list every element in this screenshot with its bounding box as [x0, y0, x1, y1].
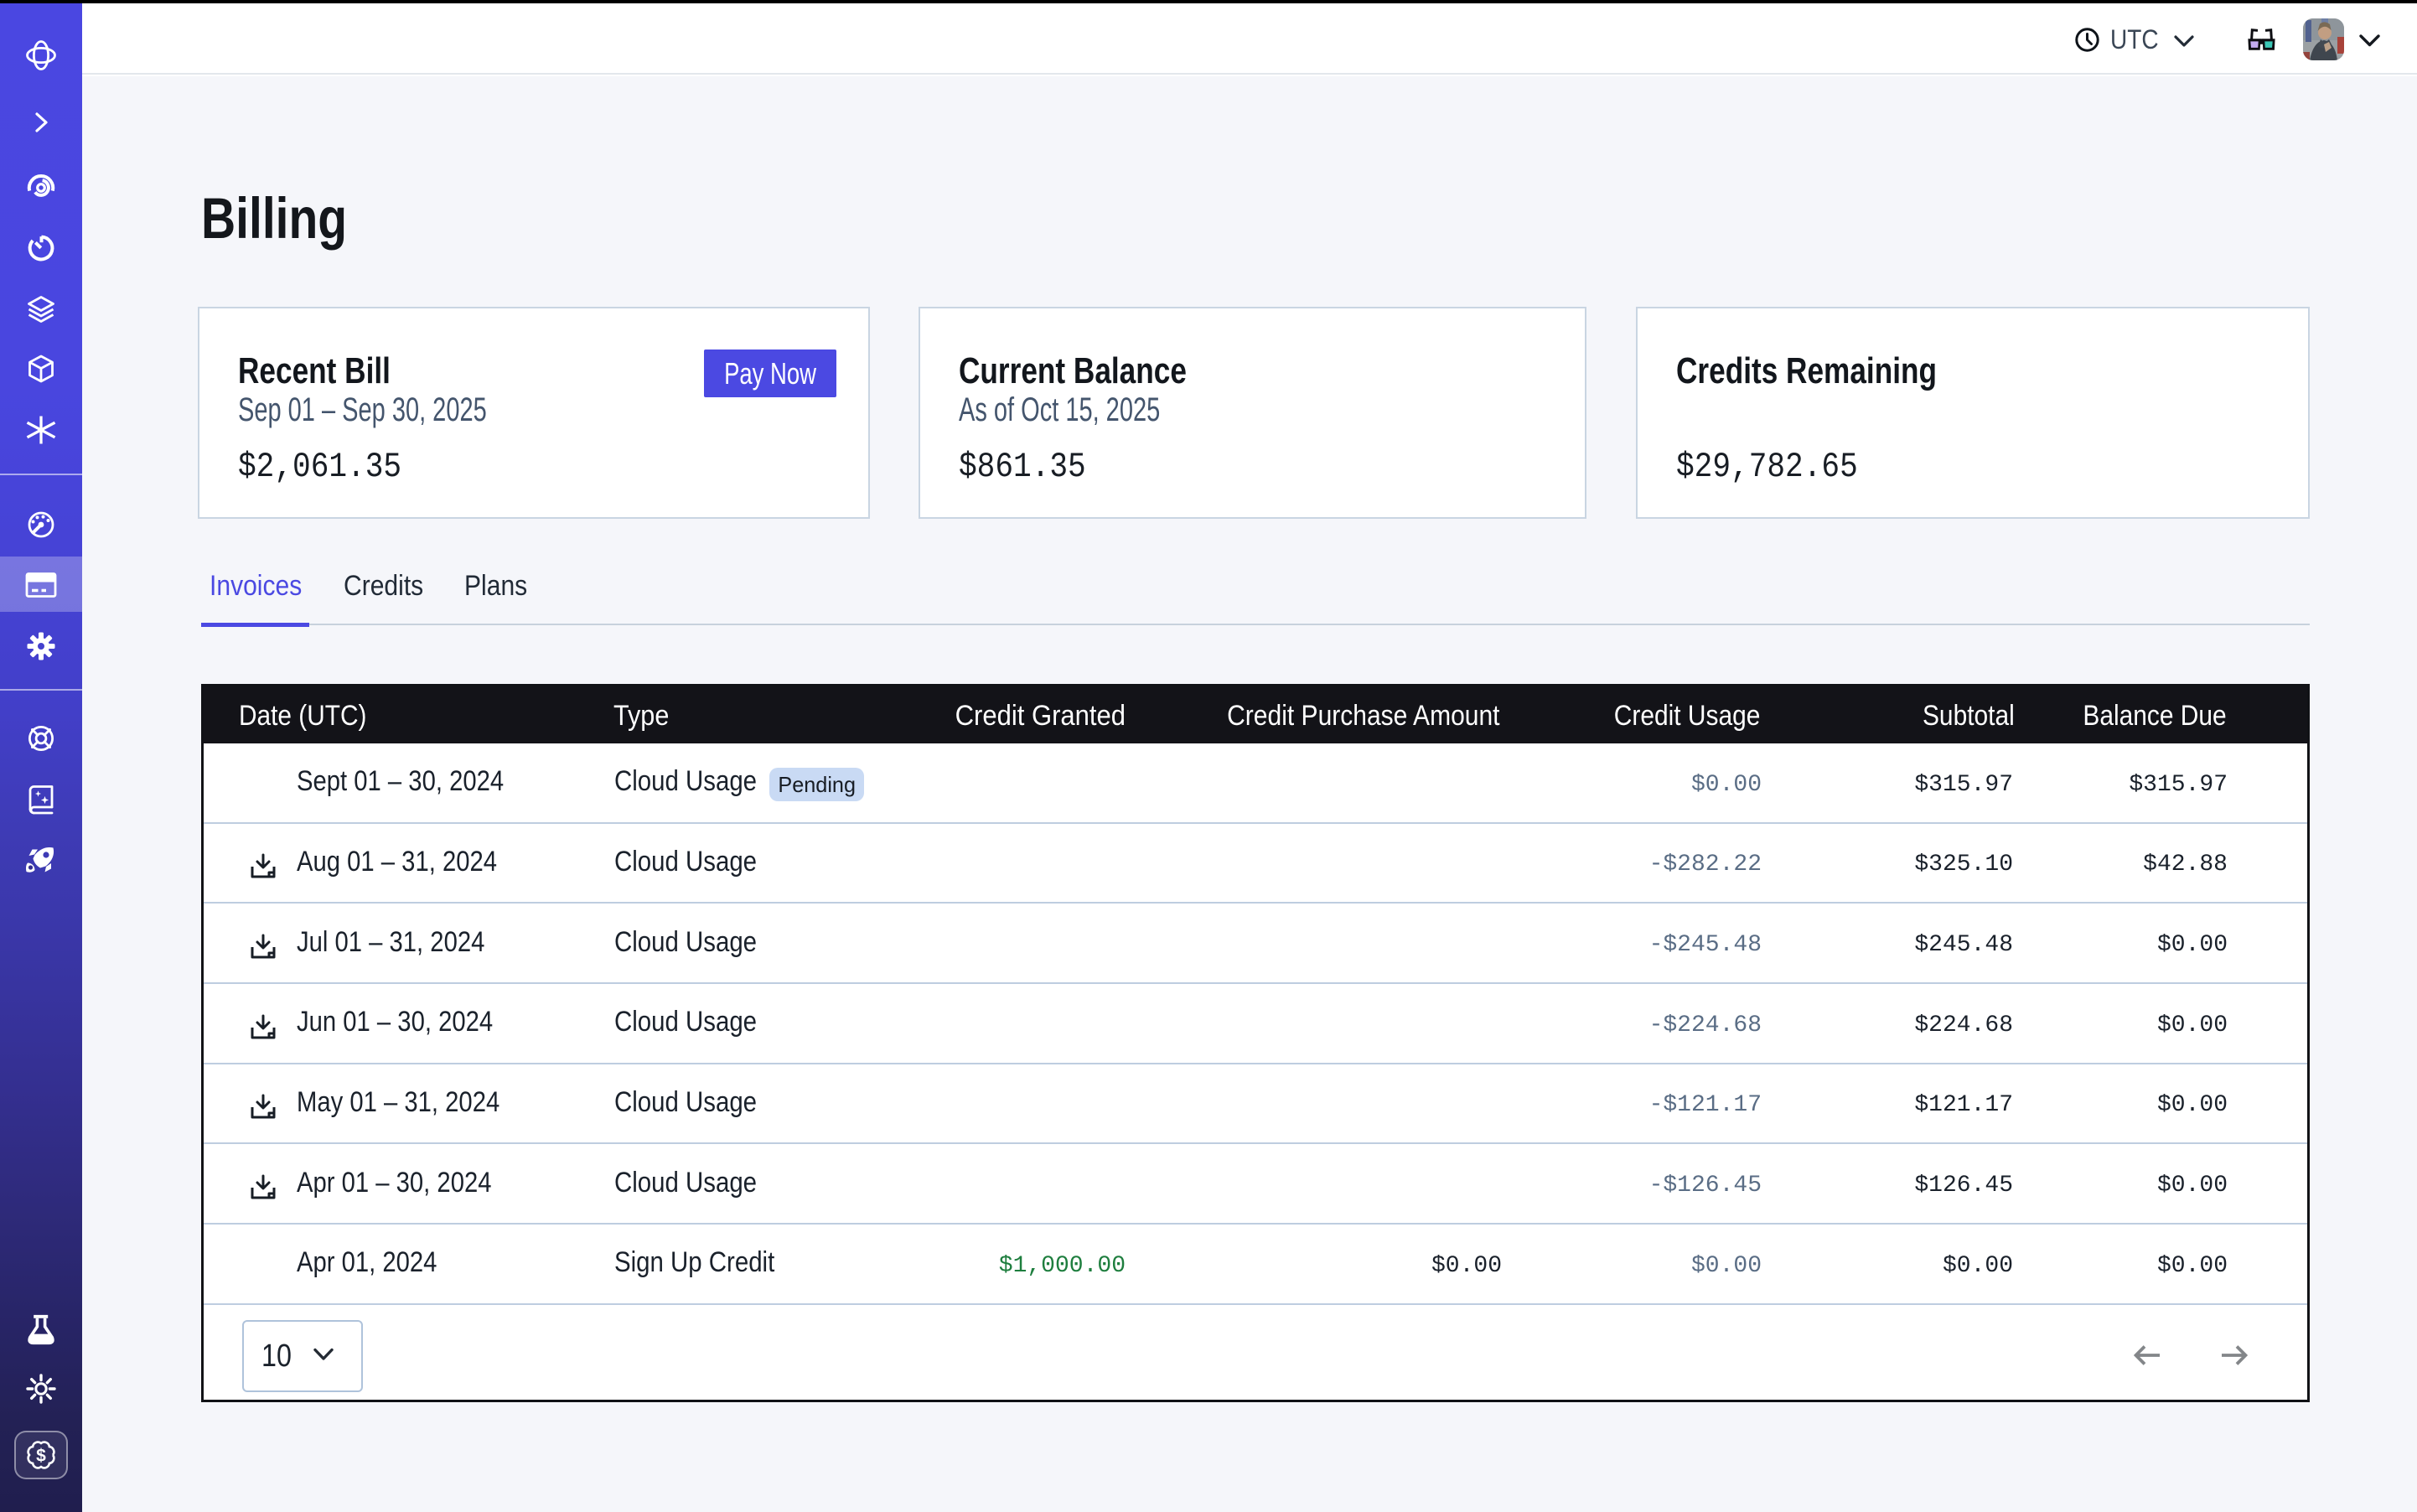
- svg-text:$: $: [36, 1447, 46, 1466]
